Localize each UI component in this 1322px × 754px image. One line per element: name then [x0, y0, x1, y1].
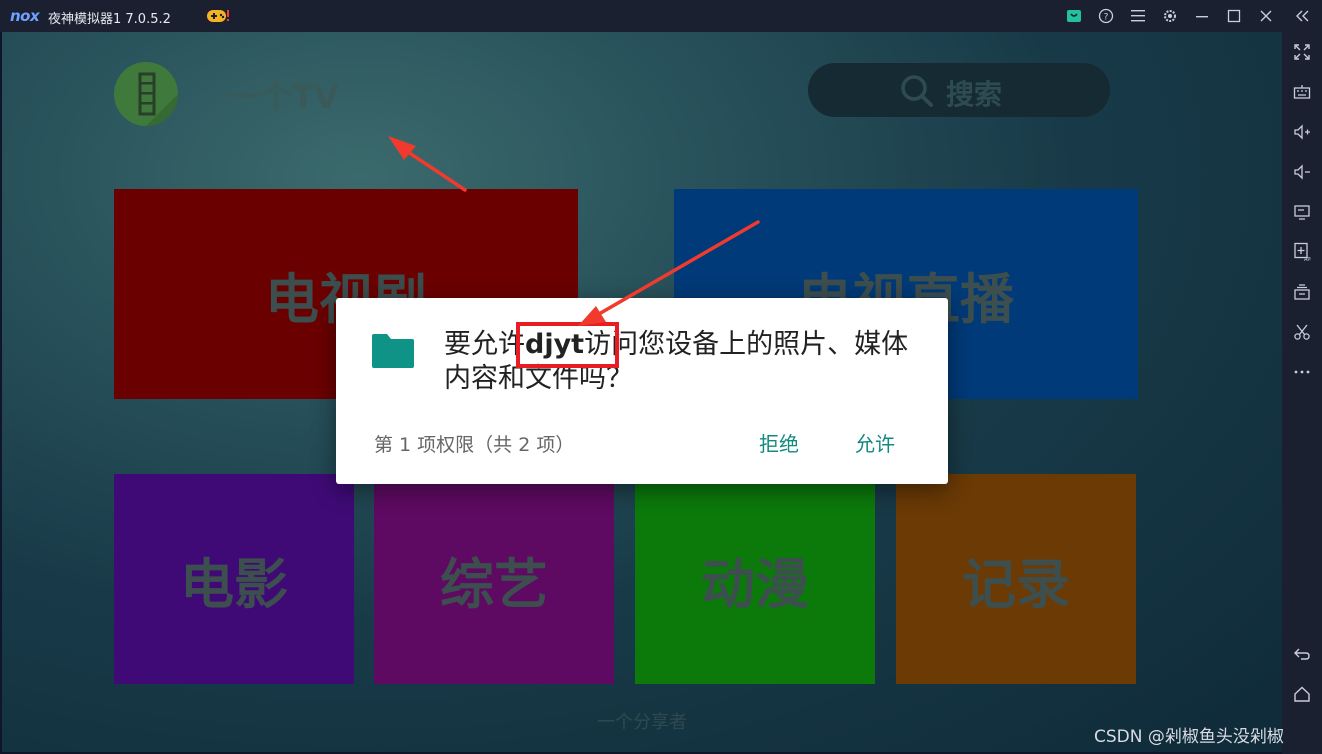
shop-icon[interactable] [1064, 6, 1084, 26]
close-icon[interactable] [1256, 6, 1276, 26]
tile-anime[interactable]: 动漫 [635, 474, 875, 684]
right-toolbar: APK [1282, 32, 1322, 754]
more-icon[interactable] [1292, 362, 1312, 382]
search-icon [900, 74, 934, 108]
app-title: 一个TV [228, 78, 339, 116]
footer-text: 一个分享者 [597, 712, 687, 733]
multi-instance-icon[interactable] [1292, 282, 1312, 302]
search-button[interactable]: 搜索 [808, 63, 1110, 117]
screen-icon[interactable] [1292, 202, 1312, 222]
minimize-icon[interactable] [1192, 6, 1212, 26]
keyboard-icon[interactable] [1292, 82, 1312, 102]
permission-count: 第 1 项权限（共 2 项） [374, 434, 575, 456]
nox-logo: nox [10, 7, 40, 25]
allow-button[interactable]: 允许 [855, 428, 895, 457]
tile-label: 记录 [962, 552, 1070, 616]
tile-documentary[interactable]: 记录 [896, 474, 1136, 684]
search-label: 搜索 [946, 78, 1003, 111]
permission-dialog: 要允许djyt访问您设备上的照片、媒体内容和文件吗？ 第 1 项权限（共 2 项… [336, 298, 948, 484]
svg-text:?: ? [1104, 13, 1109, 23]
message-prefix: 要允许 [444, 329, 525, 360]
back-icon[interactable] [1292, 644, 1312, 664]
scissors-icon[interactable] [1292, 322, 1312, 342]
tile-label: 动漫 [701, 552, 809, 616]
tile-variety[interactable]: 综艺 [374, 474, 614, 684]
deny-button[interactable]: 拒绝 [759, 428, 799, 457]
tile-label: 电影 [180, 552, 288, 616]
tile-label: 综艺 [440, 552, 548, 616]
title-bar: nox 夜神模拟器1 7.0.5.2 ? [0, 0, 1322, 32]
collapse-sidebar-icon[interactable] [1292, 6, 1312, 26]
gamepad-icon[interactable] [206, 7, 230, 25]
install-apk-icon[interactable]: APK [1292, 242, 1312, 262]
maximize-icon[interactable] [1224, 6, 1244, 26]
window-title: 夜神模拟器1 7.0.5.2 [48, 12, 171, 27]
folder-icon [370, 332, 416, 370]
watermark: CSDN @剁椒鱼头没剁椒 [1094, 727, 1284, 747]
volume-down-icon[interactable] [1292, 162, 1312, 182]
volume-up-icon[interactable] [1292, 122, 1312, 142]
svg-text:APK: APK [1304, 257, 1311, 262]
fullscreen-icon[interactable] [1292, 42, 1312, 62]
menu-icon[interactable] [1128, 6, 1148, 26]
home-icon[interactable] [1292, 684, 1312, 704]
settings-icon[interactable] [1160, 6, 1180, 26]
highlight-box [516, 322, 619, 368]
app-logo [114, 62, 178, 126]
tile-movies[interactable]: 电影 [114, 474, 354, 684]
help-icon[interactable]: ? [1096, 6, 1116, 26]
